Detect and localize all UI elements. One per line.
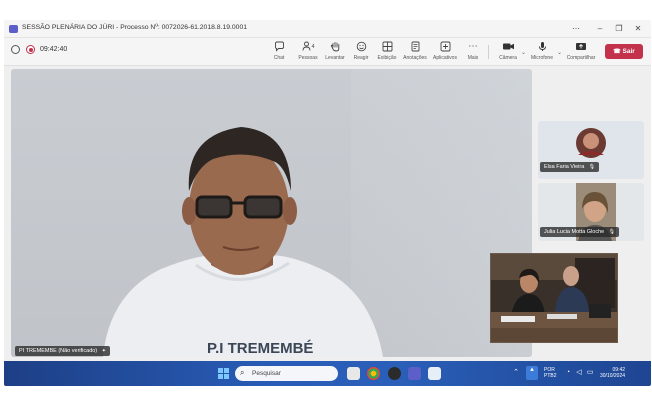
more-icon: ⋯ — [468, 41, 478, 52]
share-label: Compartilhar — [566, 55, 596, 61]
search-placeholder: Pesquisar — [252, 369, 281, 377]
main-participant-name: PI TREMEMBE (Não verificado) — [19, 348, 98, 354]
camera-button[interactable]: Câmera — [491, 41, 525, 65]
mic-icon: 🎙 — [608, 229, 616, 235]
main-participant-name-tag: PI TREMEMBE (Não verificado) ✦ — [15, 346, 110, 356]
minimize-button[interactable]: – — [593, 22, 607, 35]
close-window-button[interactable]: ✕ — [631, 22, 645, 35]
teams-window: SESSÃO PLENÁRIA DO JÚRI - Processo Nº: 0… — [4, 20, 651, 386]
apps-icon — [439, 41, 451, 52]
chat-icon — [273, 41, 285, 52]
recording-icon — [26, 45, 35, 54]
main-video-tile[interactable]: P.I TREMEMBÉ PI TREMEMBE (Não verificado… — [11, 69, 532, 357]
courtroom-video-tile[interactable] — [490, 253, 618, 343]
participant-tile[interactable]: Julia Lucia Motta Gloche 🎙 — [538, 183, 644, 241]
participant-name: Elsa Faria Vieira — [544, 164, 585, 170]
people-icon: 4 — [302, 41, 315, 52]
task-view-icon[interactable] — [347, 367, 360, 380]
notes-label: Anotações — [403, 55, 427, 61]
tray-chevron-icon[interactable]: ⌃ — [512, 369, 520, 377]
mic-icon: 🎙 — [588, 164, 596, 170]
onedrive-icon[interactable]: ▴ — [526, 366, 538, 380]
participant-name-tag: Julia Lucia Motta Gloche 🎙 — [540, 227, 620, 237]
share-icon — [575, 41, 587, 52]
more-options-icon[interactable]: ⋯ — [569, 22, 583, 35]
taskbar-search-box[interactable]: ⌕ Pesquisar — [235, 366, 338, 381]
media-app-icon[interactable] — [388, 367, 401, 380]
battery-icon[interactable]: ▭ — [586, 369, 594, 377]
leave-label: Sair — [622, 48, 635, 55]
notes-button[interactable]: Anotações — [398, 41, 432, 65]
notes-icon — [409, 41, 421, 52]
wifi-icon[interactable]: ◔ — [564, 369, 572, 377]
microphone-button[interactable]: Microfone — [525, 41, 559, 65]
courtroom-video-feed — [491, 254, 617, 342]
raise-hand-icon — [329, 41, 341, 52]
more-label: Mais — [467, 55, 479, 61]
view-icon — [381, 41, 393, 52]
windows-taskbar: ⌕ Pesquisar ⌃ ▴ POR PTB2 ◔ ◁ ▭ 09:42 30/… — [4, 361, 651, 386]
phone-hangup-icon: ☎ — [613, 49, 621, 55]
microphone-chevron-icon[interactable]: ⌄ — [557, 49, 562, 56]
keyboard-language[interactable]: POR PTB2 — [544, 367, 557, 379]
microphone-icon — [536, 41, 548, 52]
restore-button[interactable]: ❐ — [612, 22, 626, 35]
window-title: SESSÃO PLENÁRIA DO JÚRI - Processo Nº: 0… — [22, 24, 248, 31]
svg-text:4: 4 — [312, 44, 315, 50]
microphone-label: Microfone — [531, 55, 553, 61]
pin-icon: ✦ — [101, 348, 106, 354]
participant-name: Julia Lucia Motta Gloche — [544, 229, 605, 235]
teams-taskbar-icon[interactable] — [408, 367, 421, 380]
react-icon — [355, 41, 367, 52]
participant-video-feed: P.I TREMEMBÉ — [103, 127, 383, 357]
participant-name-tag: Elsa Faria Vieira 🎙 — [540, 162, 600, 172]
toolbar-divider — [488, 45, 489, 59]
teams-app-icon — [9, 25, 18, 33]
status-ring-icon — [11, 45, 20, 54]
clock[interactable]: 09:42 30/10/2024 — [600, 367, 625, 379]
title-bar: SESSÃO PLENÁRIA DO JÚRI - Processo Nº: 0… — [4, 20, 651, 38]
camera-label: Câmera — [499, 55, 517, 61]
photos-icon[interactable] — [428, 367, 441, 380]
search-icon: ⌕ — [240, 368, 245, 377]
share-button[interactable]: Compartilhar — [564, 41, 598, 65]
volume-icon[interactable]: ◁ — [575, 369, 583, 377]
meeting-stage: P.I TREMEMBÉ PI TREMEMBE (Não verificado… — [4, 66, 651, 361]
shirt-text: P.I TREMEMBÉ — [207, 340, 313, 357]
more-button[interactable]: ⋯ Mais — [456, 41, 490, 65]
chrome-icon[interactable] — [367, 367, 380, 380]
leave-button[interactable]: ☎ Sair — [605, 44, 643, 59]
participant-tile[interactable]: Elsa Faria Vieira 🎙 — [538, 121, 644, 179]
meeting-toolbar: 09:42:40 Chat 4 Pessoas Levantar Reagir — [4, 38, 651, 66]
windows-start-icon[interactable] — [218, 368, 229, 379]
camera-icon — [502, 41, 514, 52]
meeting-timer: 09:42:40 — [40, 46, 68, 53]
clock-date: 30/10/2024 — [600, 373, 626, 379]
